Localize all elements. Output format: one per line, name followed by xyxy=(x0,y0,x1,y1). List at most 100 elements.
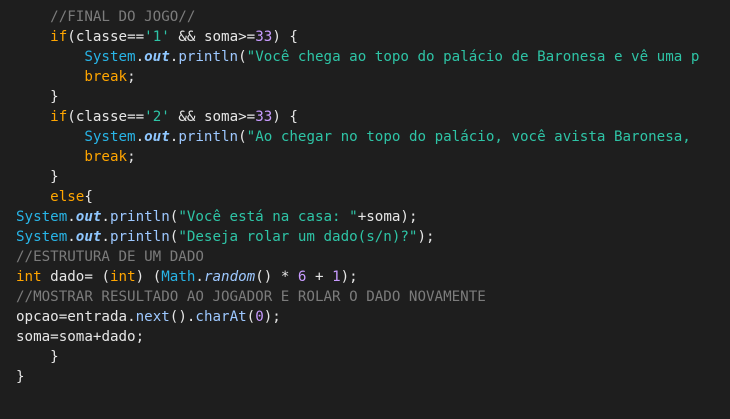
code-token-method: println xyxy=(178,129,239,145)
code-line: //FINAL DO JOGO// xyxy=(16,7,195,27)
code-token-method: println xyxy=(178,49,239,65)
code-token-punc: ( xyxy=(67,29,76,45)
code-token-comment: //MOSTRAR RESULTADO AO JOGADOR E ROLAR O… xyxy=(16,289,486,305)
code-token-ident: soma xyxy=(58,329,93,345)
code-line: break; xyxy=(16,147,135,167)
code-line: break; xyxy=(16,67,136,87)
code-token-field: out xyxy=(75,229,102,245)
code-token-punc: ( xyxy=(238,49,247,65)
code-token-class: Math xyxy=(161,269,196,285)
code-line: opcao=entrada.next().charAt(0); xyxy=(16,307,281,327)
code-token-ident: classe xyxy=(75,29,128,45)
code-token-comment: //ESTRUTURA DE UM DADO xyxy=(16,249,204,265)
code-token-string: '1' xyxy=(144,29,170,45)
code-token-number: 0 xyxy=(255,309,264,325)
code-token-punc: ); xyxy=(263,309,281,325)
code-line: } xyxy=(16,87,59,107)
code-token-op: && xyxy=(169,109,204,125)
code-token-number: 33 xyxy=(255,29,273,45)
code-token-italicm: random xyxy=(203,269,256,285)
code-line: } xyxy=(16,347,59,367)
code-token-string: "Você está na casa: " xyxy=(178,209,358,225)
code-line: System.out.println("Você está na casa: "… xyxy=(16,207,418,227)
code-token-punc: . xyxy=(135,129,145,145)
code-token-method: println xyxy=(109,229,170,245)
code-token-string: "Você chega ao topo do palácio de Barone… xyxy=(246,49,700,65)
code-token-punc: . xyxy=(127,309,136,325)
code-token-field: out xyxy=(75,209,102,225)
code-token-method: println xyxy=(109,209,170,225)
code-line: System.out.println("Você chega ao topo d… xyxy=(16,47,699,67)
code-token-class: System xyxy=(84,129,136,145)
code-token-punc: ; xyxy=(127,69,136,85)
code-token-field: out xyxy=(144,129,170,145)
code-token-punc: ) ( xyxy=(135,269,162,285)
code-token-punc: . xyxy=(67,229,76,245)
code-token-punc: } xyxy=(50,349,59,365)
code-token-ident: soma xyxy=(366,209,401,225)
code-token-op: >= xyxy=(238,29,256,45)
code-token-punc: ); xyxy=(417,229,435,245)
code-token-punc: ); xyxy=(340,269,358,285)
code-token-punc: ) { xyxy=(272,109,298,125)
code-token-ident: entrada xyxy=(67,309,128,325)
code-token-op: == xyxy=(127,29,145,45)
code-line: if(classe=='2' && soma>=33) { xyxy=(16,107,298,127)
code-token-class: System xyxy=(16,229,68,245)
code-token-keyword: if xyxy=(50,109,68,125)
code-token-keyword: int xyxy=(16,269,42,285)
code-line: } xyxy=(16,367,25,387)
code-token-class: System xyxy=(84,49,136,65)
code-token-keyword: else xyxy=(50,189,85,205)
code-token-punc: ( xyxy=(101,269,110,285)
code-token-ident: classe xyxy=(75,109,128,125)
code-token-keyword: if xyxy=(50,29,68,45)
code-token-op: >= xyxy=(238,109,256,125)
code-token-ident: dado xyxy=(101,329,136,345)
code-token-punc: } xyxy=(50,89,59,105)
code-token-op: * xyxy=(272,269,298,285)
code-token-ident: opcao xyxy=(16,309,59,325)
code-token-punc: ) { xyxy=(272,29,298,45)
code-token-punc: ( xyxy=(246,309,256,325)
code-token-punc: (). xyxy=(169,309,196,325)
code-token-ident: soma xyxy=(203,109,239,125)
code-editor[interactable]: //FINAL DO JOGO// if(classe=='1' && soma… xyxy=(0,0,730,419)
code-token-op: + xyxy=(306,269,333,285)
code-token-keyword: break xyxy=(84,149,128,165)
code-token-keyword: int xyxy=(109,269,136,285)
code-token-op: = xyxy=(50,329,59,345)
code-token-method: next xyxy=(135,309,170,325)
code-token-keyword: break xyxy=(84,69,128,85)
code-line: //MOSTRAR RESULTADO AO JOGADOR E ROLAR O… xyxy=(16,287,486,307)
code-token-punc: ( xyxy=(238,129,247,145)
code-line: int dado= (int) (Math.random() * 6 + 1); xyxy=(16,267,358,287)
code-line: } xyxy=(16,167,59,187)
code-token-ident: soma xyxy=(16,329,51,345)
code-token-string: "Ao chegar no topo do palácio, você avis… xyxy=(246,129,691,145)
code-token-punc: } xyxy=(50,169,59,185)
code-line: System.out.println("Ao chegar no topo do… xyxy=(16,127,691,147)
code-token-punc: . xyxy=(195,269,204,285)
code-token-string: "Deseja rolar um dado(s/n)?" xyxy=(178,229,418,245)
code-token-string: '2' xyxy=(144,109,170,125)
code-token-punc: . xyxy=(101,209,110,225)
code-token-ident: soma xyxy=(203,29,239,45)
code-token-number: 1 xyxy=(332,269,341,285)
code-line: soma=soma+dado; xyxy=(16,327,144,347)
code-token-field: out xyxy=(144,49,170,65)
code-token-punc: { xyxy=(84,189,93,205)
code-line: if(classe=='1' && soma>=33) { xyxy=(16,27,298,47)
code-token-op: = xyxy=(84,269,102,285)
code-token-punc: () xyxy=(255,269,273,285)
